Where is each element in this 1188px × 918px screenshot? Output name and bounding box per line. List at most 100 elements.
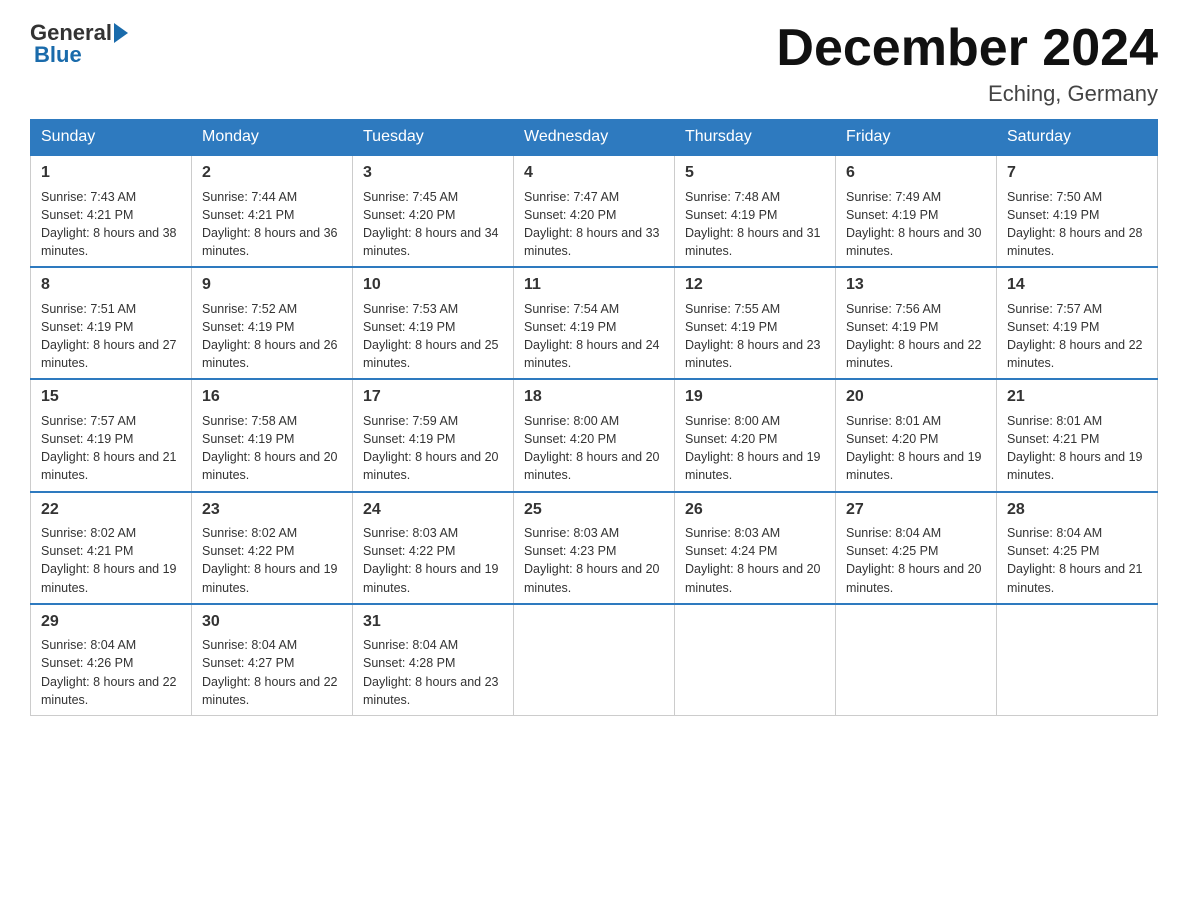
header-saturday: Saturday [997, 120, 1158, 156]
day-info: Sunrise: 7:57 AMSunset: 4:19 PMDaylight:… [41, 414, 177, 483]
title-block: December 2024 Eching, Germany [776, 20, 1158, 107]
day-number: 10 [363, 274, 503, 296]
logo-blue-text: Blue [30, 42, 82, 68]
day-info: Sunrise: 8:04 AMSunset: 4:27 PMDaylight:… [202, 638, 338, 707]
calendar-day-cell: 2 Sunrise: 7:44 AMSunset: 4:21 PMDayligh… [192, 155, 353, 267]
day-info: Sunrise: 7:49 AMSunset: 4:19 PMDaylight:… [846, 190, 982, 259]
day-info: Sunrise: 8:04 AMSunset: 4:25 PMDaylight:… [1007, 526, 1143, 595]
day-number: 9 [202, 274, 342, 296]
calendar-day-cell: 27 Sunrise: 8:04 AMSunset: 4:25 PMDaylig… [836, 492, 997, 604]
day-number: 14 [1007, 274, 1147, 296]
calendar-day-cell: 3 Sunrise: 7:45 AMSunset: 4:20 PMDayligh… [353, 155, 514, 267]
day-info: Sunrise: 7:55 AMSunset: 4:19 PMDaylight:… [685, 302, 821, 371]
calendar-day-cell: 16 Sunrise: 7:58 AMSunset: 4:19 PMDaylig… [192, 379, 353, 491]
day-info: Sunrise: 7:56 AMSunset: 4:19 PMDaylight:… [846, 302, 982, 371]
header-thursday: Thursday [675, 120, 836, 156]
header-wednesday: Wednesday [514, 120, 675, 156]
day-info: Sunrise: 7:43 AMSunset: 4:21 PMDaylight:… [41, 190, 177, 259]
day-number: 15 [41, 386, 181, 408]
header-sunday: Sunday [31, 120, 192, 156]
calendar-week-row: 22 Sunrise: 8:02 AMSunset: 4:21 PMDaylig… [31, 492, 1158, 604]
calendar-day-cell: 17 Sunrise: 7:59 AMSunset: 4:19 PMDaylig… [353, 379, 514, 491]
calendar-day-cell: 19 Sunrise: 8:00 AMSunset: 4:20 PMDaylig… [675, 379, 836, 491]
page-header: General Blue December 2024 Eching, Germa… [30, 20, 1158, 107]
calendar-day-cell: 31 Sunrise: 8:04 AMSunset: 4:28 PMDaylig… [353, 604, 514, 716]
day-number: 26 [685, 499, 825, 521]
day-number: 11 [524, 274, 664, 296]
day-info: Sunrise: 7:54 AMSunset: 4:19 PMDaylight:… [524, 302, 660, 371]
day-number: 3 [363, 162, 503, 184]
day-info: Sunrise: 8:02 AMSunset: 4:22 PMDaylight:… [202, 526, 338, 595]
day-info: Sunrise: 7:50 AMSunset: 4:19 PMDaylight:… [1007, 190, 1143, 259]
calendar-day-cell: 11 Sunrise: 7:54 AMSunset: 4:19 PMDaylig… [514, 267, 675, 379]
calendar-day-cell: 4 Sunrise: 7:47 AMSunset: 4:20 PMDayligh… [514, 155, 675, 267]
day-info: Sunrise: 7:59 AMSunset: 4:19 PMDaylight:… [363, 414, 499, 483]
calendar-day-cell: 13 Sunrise: 7:56 AMSunset: 4:19 PMDaylig… [836, 267, 997, 379]
calendar-day-cell: 9 Sunrise: 7:52 AMSunset: 4:19 PMDayligh… [192, 267, 353, 379]
day-info: Sunrise: 7:45 AMSunset: 4:20 PMDaylight:… [363, 190, 499, 259]
day-number: 29 [41, 611, 181, 633]
header-friday: Friday [836, 120, 997, 156]
month-title: December 2024 [776, 20, 1158, 77]
day-info: Sunrise: 8:04 AMSunset: 4:28 PMDaylight:… [363, 638, 499, 707]
day-info: Sunrise: 8:03 AMSunset: 4:24 PMDaylight:… [685, 526, 821, 595]
calendar-day-cell: 8 Sunrise: 7:51 AMSunset: 4:19 PMDayligh… [31, 267, 192, 379]
calendar-day-cell: 14 Sunrise: 7:57 AMSunset: 4:19 PMDaylig… [997, 267, 1158, 379]
day-number: 7 [1007, 162, 1147, 184]
calendar-day-cell: 22 Sunrise: 8:02 AMSunset: 4:21 PMDaylig… [31, 492, 192, 604]
day-number: 13 [846, 274, 986, 296]
calendar-day-cell: 5 Sunrise: 7:48 AMSunset: 4:19 PMDayligh… [675, 155, 836, 267]
day-info: Sunrise: 7:48 AMSunset: 4:19 PMDaylight:… [685, 190, 821, 259]
day-number: 20 [846, 386, 986, 408]
calendar-day-cell [997, 604, 1158, 716]
calendar-day-cell: 23 Sunrise: 8:02 AMSunset: 4:22 PMDaylig… [192, 492, 353, 604]
header-tuesday: Tuesday [353, 120, 514, 156]
calendar-day-cell: 29 Sunrise: 8:04 AMSunset: 4:26 PMDaylig… [31, 604, 192, 716]
logo-arrow-icon [114, 23, 128, 43]
header-monday: Monday [192, 120, 353, 156]
calendar-day-cell: 10 Sunrise: 7:53 AMSunset: 4:19 PMDaylig… [353, 267, 514, 379]
day-number: 19 [685, 386, 825, 408]
logo: General Blue [30, 20, 130, 68]
day-number: 1 [41, 162, 181, 184]
day-number: 30 [202, 611, 342, 633]
calendar-week-row: 1 Sunrise: 7:43 AMSunset: 4:21 PMDayligh… [31, 155, 1158, 267]
day-number: 16 [202, 386, 342, 408]
calendar-day-cell: 25 Sunrise: 8:03 AMSunset: 4:23 PMDaylig… [514, 492, 675, 604]
day-info: Sunrise: 8:02 AMSunset: 4:21 PMDaylight:… [41, 526, 177, 595]
calendar-day-cell: 24 Sunrise: 8:03 AMSunset: 4:22 PMDaylig… [353, 492, 514, 604]
day-number: 31 [363, 611, 503, 633]
day-number: 21 [1007, 386, 1147, 408]
day-number: 4 [524, 162, 664, 184]
calendar-day-cell: 21 Sunrise: 8:01 AMSunset: 4:21 PMDaylig… [997, 379, 1158, 491]
calendar-day-cell: 26 Sunrise: 8:03 AMSunset: 4:24 PMDaylig… [675, 492, 836, 604]
calendar-day-cell: 20 Sunrise: 8:01 AMSunset: 4:20 PMDaylig… [836, 379, 997, 491]
day-number: 22 [41, 499, 181, 521]
calendar-day-cell [675, 604, 836, 716]
calendar-week-row: 15 Sunrise: 7:57 AMSunset: 4:19 PMDaylig… [31, 379, 1158, 491]
day-number: 12 [685, 274, 825, 296]
day-info: Sunrise: 7:51 AMSunset: 4:19 PMDaylight:… [41, 302, 177, 371]
day-info: Sunrise: 8:04 AMSunset: 4:26 PMDaylight:… [41, 638, 177, 707]
location-subtitle: Eching, Germany [776, 81, 1158, 107]
day-number: 5 [685, 162, 825, 184]
day-info: Sunrise: 8:03 AMSunset: 4:22 PMDaylight:… [363, 526, 499, 595]
day-number: 6 [846, 162, 986, 184]
calendar-day-cell [836, 604, 997, 716]
day-info: Sunrise: 7:47 AMSunset: 4:20 PMDaylight:… [524, 190, 660, 259]
day-info: Sunrise: 7:52 AMSunset: 4:19 PMDaylight:… [202, 302, 338, 371]
day-number: 8 [41, 274, 181, 296]
calendar-table: Sunday Monday Tuesday Wednesday Thursday… [30, 119, 1158, 716]
calendar-day-cell: 30 Sunrise: 8:04 AMSunset: 4:27 PMDaylig… [192, 604, 353, 716]
day-number: 28 [1007, 499, 1147, 521]
calendar-day-cell: 28 Sunrise: 8:04 AMSunset: 4:25 PMDaylig… [997, 492, 1158, 604]
calendar-day-cell: 18 Sunrise: 8:00 AMSunset: 4:20 PMDaylig… [514, 379, 675, 491]
day-number: 23 [202, 499, 342, 521]
day-info: Sunrise: 7:58 AMSunset: 4:19 PMDaylight:… [202, 414, 338, 483]
calendar-day-cell: 15 Sunrise: 7:57 AMSunset: 4:19 PMDaylig… [31, 379, 192, 491]
weekday-header-row: Sunday Monday Tuesday Wednesday Thursday… [31, 120, 1158, 156]
calendar-week-row: 29 Sunrise: 8:04 AMSunset: 4:26 PMDaylig… [31, 604, 1158, 716]
day-info: Sunrise: 7:57 AMSunset: 4:19 PMDaylight:… [1007, 302, 1143, 371]
day-number: 2 [202, 162, 342, 184]
calendar-day-cell: 12 Sunrise: 7:55 AMSunset: 4:19 PMDaylig… [675, 267, 836, 379]
